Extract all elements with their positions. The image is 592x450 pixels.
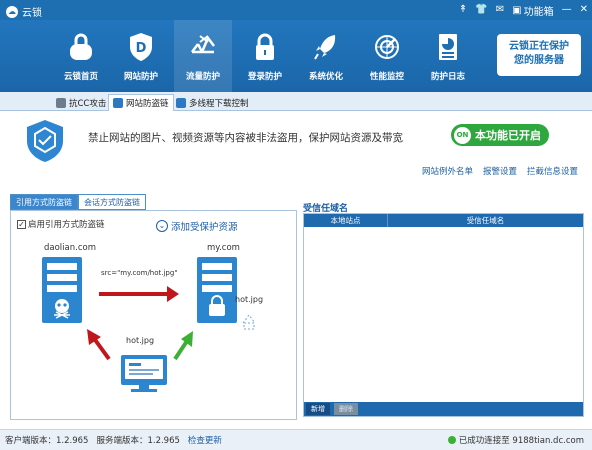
protection-status-badge: 云锁正在保护 您的服务器 xyxy=(497,34,581,76)
function-box-button[interactable]: ▣ 功能箱 xyxy=(512,3,553,18)
minimize-button[interactable]: — xyxy=(562,2,572,18)
resource-file-label: hot.jpg xyxy=(235,295,264,304)
add-button[interactable]: 新增 xyxy=(306,403,330,415)
feature-tabs: 抗CC攻击 网站防盗链 多线程下载控制 xyxy=(0,92,592,111)
banner-links: 网站例外名单 报警设置 拦截信息设置 xyxy=(422,165,578,177)
main-toolbar: 云锁首页 D 网站防护 流量防护 登录防护 系统优化 性能监控 防护日志 云锁正… xyxy=(0,20,592,92)
traffic-icon xyxy=(191,35,215,54)
request-arrow-red xyxy=(99,286,179,302)
app-title: ☁ 云锁 xyxy=(6,4,42,19)
client-file-label: hot.jpg xyxy=(126,336,155,345)
toolbar-item-log[interactable]: 防护日志 xyxy=(419,20,477,92)
table-actions: 新增 删除 xyxy=(304,402,583,416)
mode-subtabs: 引用方式防盗链 会话方式防盗链 xyxy=(10,194,146,210)
close-button[interactable]: ✕ xyxy=(580,2,588,18)
referer-mode-panel: ✓ 启用引用方式防盗链 ⌄ 添加受保护资源 daolian.com my.com… xyxy=(10,210,297,420)
anti-leech-shield-icon xyxy=(27,120,63,162)
connected-status-icon xyxy=(447,436,456,444)
response-arrow-green xyxy=(173,331,193,361)
enable-referer-checkbox[interactable]: ✓ 启用引用方式防盗链 xyxy=(17,218,105,230)
shield-d-icon: D xyxy=(130,33,152,61)
feature-toggle-button[interactable]: ON 本功能已开启 xyxy=(451,124,549,146)
skin-icon[interactable]: 👕 xyxy=(475,2,487,18)
toolbar-item-web-protect[interactable]: D 网站防护 xyxy=(112,20,170,92)
pin-icon[interactable]: ↟ xyxy=(459,2,467,18)
connection-status: 已成功连接至 9188tian.dc.com xyxy=(458,436,584,446)
on-badge: ON xyxy=(454,126,471,144)
column-local-site: 本地站点 xyxy=(304,214,388,227)
radar-icon xyxy=(375,35,399,59)
check-update-link[interactable]: 检查更新 xyxy=(188,434,222,446)
response-arrow-red xyxy=(87,329,111,361)
protected-server-icon xyxy=(197,257,237,323)
server-version: 服务端版本：1.2.965 xyxy=(96,436,180,446)
status-bar: 客户端版本：1.2.965 服务端版本：1.2.965 检查更新 已成功连接至 … xyxy=(0,429,592,450)
client-version: 客户端版本：1.2.965 xyxy=(5,436,89,446)
log-icon xyxy=(439,34,457,60)
title-bar: ☁ 云锁 ↟ 👕 ✉ ▣ 功能箱 — ✕ xyxy=(0,0,592,20)
leech-domain-label: daolian.com xyxy=(44,243,96,253)
column-trusted-domain: 受信任域名 xyxy=(466,216,505,225)
rocket-icon xyxy=(314,35,336,60)
toolbar-item-home[interactable]: 云锁首页 xyxy=(52,20,110,92)
app-logo-icon: ☁ xyxy=(6,5,18,18)
tab-download-control[interactable]: 多线程下载控制 xyxy=(172,94,253,111)
exception-list-link[interactable]: 网站例外名单 xyxy=(422,165,473,177)
toolbox-icon: ▣ xyxy=(512,4,522,16)
toolbar-item-login-protect[interactable]: 登录防护 xyxy=(236,20,294,92)
anti-leech-icon xyxy=(113,98,123,108)
app-title-text: 云锁 xyxy=(22,8,42,19)
blocked-file-icon xyxy=(242,314,256,330)
browser-monitor-icon xyxy=(121,355,167,392)
protected-domain-label: my.com xyxy=(207,243,240,253)
padlock-icon xyxy=(256,33,274,60)
tab-anti-leech[interactable]: 网站防盗链 xyxy=(108,94,174,111)
svg-text:D: D xyxy=(136,41,147,56)
delete-button[interactable]: 删除 xyxy=(334,403,358,415)
toolbar-item-traffic-protect[interactable]: 流量防护 xyxy=(174,20,232,92)
leech-server-icon xyxy=(42,257,82,323)
download-control-icon xyxy=(176,97,186,108)
checkbox-box: ✓ xyxy=(17,219,26,229)
chevron-down-icon: ⌄ xyxy=(156,220,168,232)
toggle-label: 本功能已开启 xyxy=(475,129,541,142)
feature-banner: 禁止网站的图片、视频资源等内容被非法盗用，保护网站资源及带宽 ON 本功能已开启… xyxy=(0,111,592,185)
toolbar-item-optimize[interactable]: 系统优化 xyxy=(297,20,355,92)
message-icon[interactable]: ✉ xyxy=(496,2,504,18)
anti-cc-icon xyxy=(56,97,66,108)
add-protected-resource-button[interactable]: ⌄ 添加受保护资源 xyxy=(156,219,238,233)
toolbar-item-monitor[interactable]: 性能监控 xyxy=(358,20,416,92)
src-label: src="my.com/hot.jpg" xyxy=(101,269,178,277)
subtab-session-mode[interactable]: 会话方式防盗链 xyxy=(78,194,146,210)
intercept-settings-link[interactable]: 拦截信息设置 xyxy=(527,165,578,177)
subtab-referer-mode[interactable]: 引用方式防盗链 xyxy=(10,194,78,210)
trusted-domains-table: 本地站点 受信任域名 新增 删除 xyxy=(303,213,584,417)
tab-anti-cc[interactable]: 抗CC攻击 xyxy=(52,94,110,111)
table-header: 本地站点 受信任域名 xyxy=(304,214,583,227)
feature-description: 禁止网站的图片、视频资源等内容被非法盗用，保护网站资源及带宽 xyxy=(88,132,403,144)
window-controls: ↟ 👕 ✉ ▣ 功能箱 — ✕ xyxy=(459,2,588,18)
alert-settings-link[interactable]: 报警设置 xyxy=(483,165,517,177)
cloud-lock-icon xyxy=(70,33,92,60)
